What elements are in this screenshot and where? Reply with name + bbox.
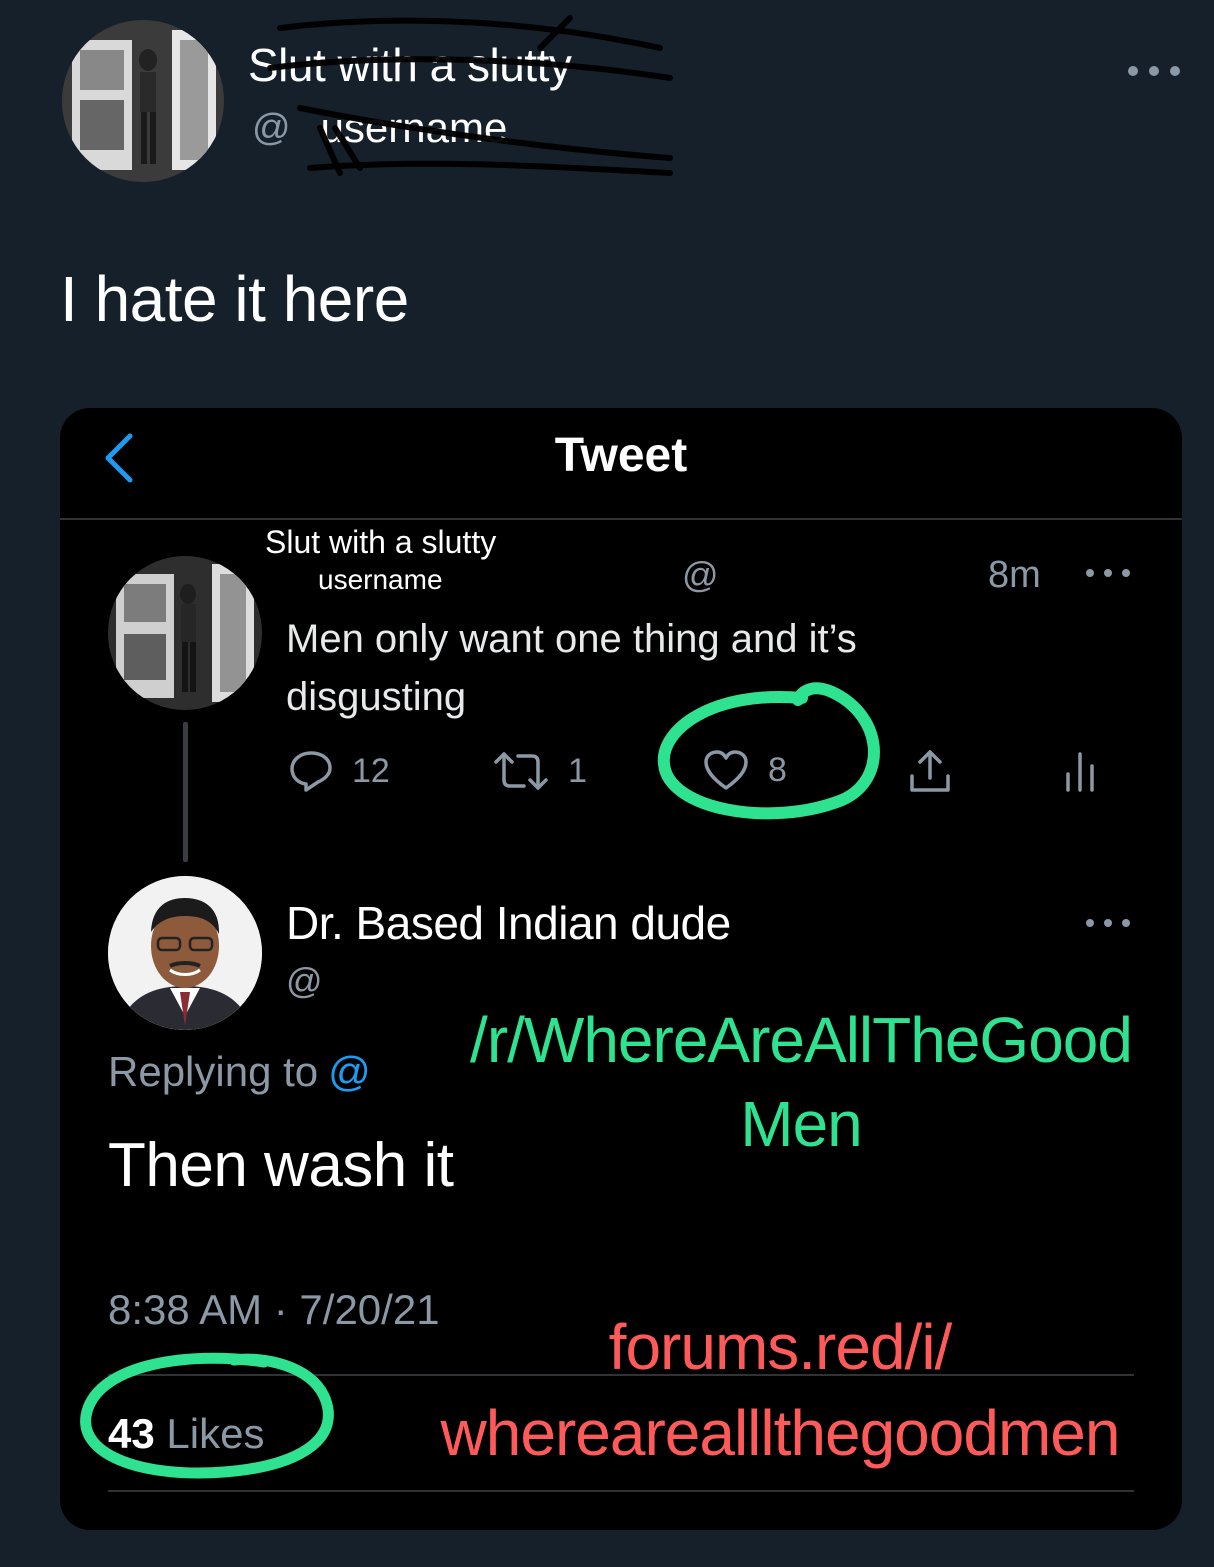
tweet2-handle[interactable]: @	[286, 960, 323, 1002]
outer-handle-row[interactable]: @ username	[252, 104, 507, 152]
replying-to-label: Replying to	[108, 1048, 319, 1095]
replying-to: Replying to @	[108, 1048, 371, 1096]
reply-button[interactable]: 12	[288, 748, 390, 794]
more-icon[interactable]	[1128, 56, 1180, 86]
stats-button[interactable]	[1060, 748, 1100, 794]
thread-line	[183, 722, 188, 862]
subreddit-watermark-line1: /r/WhereAreAllTheGood	[470, 1004, 1133, 1076]
subreddit-watermark-line2: Men	[740, 1088, 863, 1160]
outer-handle-prefix: @	[252, 106, 291, 149]
more-icon[interactable]	[1086, 916, 1130, 930]
forum-watermark: forums.red/i/ wherearealllthegoodmen	[380, 1304, 1180, 1476]
replying-to-handle[interactable]: @	[328, 1048, 371, 1095]
avatar-photo	[62, 20, 224, 182]
likes-count: 43	[108, 1410, 155, 1457]
tweet1-avatar[interactable]	[108, 556, 262, 710]
header-title: Tweet	[554, 429, 688, 482]
share-icon	[910, 750, 950, 792]
redaction-scribble	[267, 15, 673, 176]
outer-avatar[interactable]	[62, 20, 224, 182]
divider	[108, 1490, 1134, 1492]
likes-summary[interactable]: 43 Likes	[108, 1410, 264, 1458]
retweet-button[interactable]: 1	[492, 748, 587, 794]
stats-icon	[1066, 752, 1094, 792]
likes-label: Likes	[166, 1410, 265, 1457]
tweet1-text: Men only want one thing and it’s disgust…	[286, 617, 857, 719]
avatar-photo	[108, 556, 262, 710]
tweet2-text: Then wash it	[108, 1131, 454, 1200]
like-icon	[704, 750, 748, 790]
like-count: 8	[768, 750, 787, 789]
tweet1-time: 8m	[988, 554, 1041, 596]
forum-watermark-line2: wherearealllthegoodmen	[440, 1397, 1121, 1469]
subreddit-watermark: /r/WhereAreAllTheGood Men	[436, 998, 1166, 1166]
tweet1-handle[interactable]: @	[682, 554, 719, 596]
tweet1-display-name[interactable]: Slut with a slutty	[265, 522, 496, 564]
like-button[interactable]: 8	[702, 748, 787, 792]
tweet1-display-name-line2[interactable]: username	[318, 564, 443, 596]
reply-count: 12	[352, 751, 390, 790]
avatar-photo	[108, 876, 262, 1030]
outer-handle: username	[320, 104, 508, 151]
share-button[interactable]	[906, 748, 954, 796]
retweet-icon	[494, 752, 548, 790]
tweet2-display-name[interactable]: Dr. Based Indian dude	[286, 896, 731, 950]
tweet2-avatar[interactable]	[108, 876, 262, 1030]
retweet-count: 1	[568, 751, 587, 790]
forum-watermark-line1: forums.red/i/	[608, 1311, 953, 1383]
outer-tweet-text: I hate it here	[60, 263, 409, 335]
header-divider	[60, 518, 1182, 520]
more-icon[interactable]	[1086, 566, 1130, 580]
reply-icon	[290, 751, 332, 792]
embedded-screenshot: Tweet Slut with a slutty username @ 8m M…	[60, 408, 1182, 1530]
outer-display-name[interactable]: Slut with a slutty	[248, 38, 572, 92]
